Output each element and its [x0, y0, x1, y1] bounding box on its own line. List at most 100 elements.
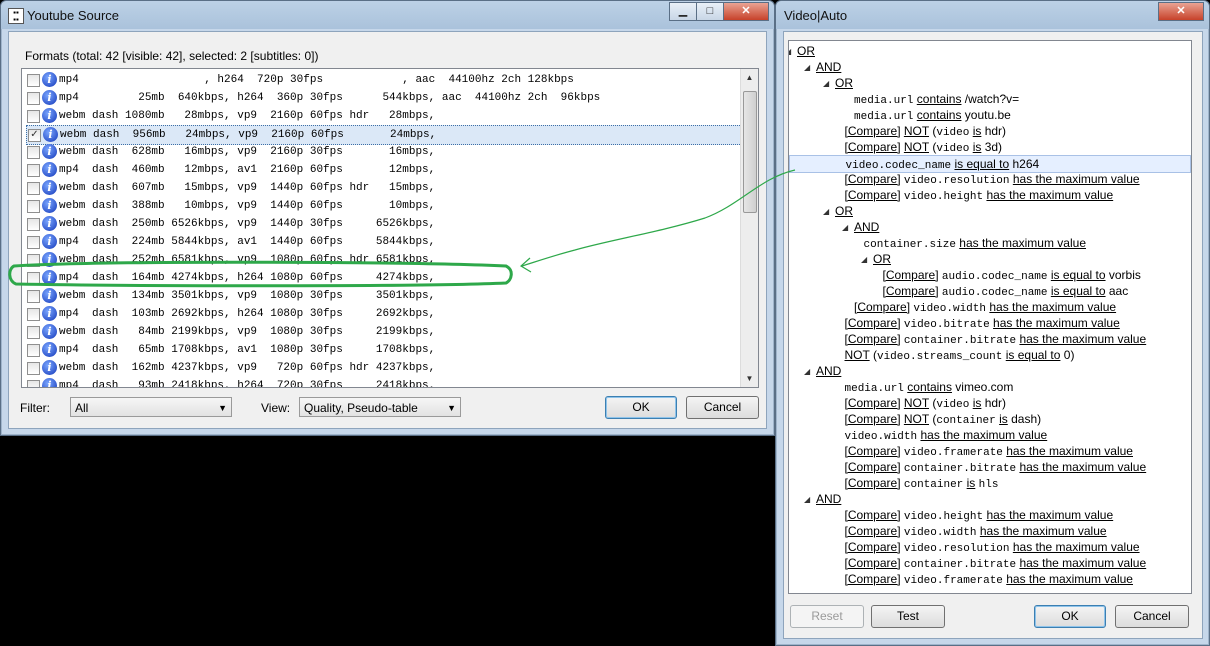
rule-link[interactable]: NOT: [845, 348, 870, 362]
format-row[interactable]: i webm dash 1080mb 28mbps, vp9 2160p 60fp…: [26, 107, 742, 125]
expand-triangle-icon[interactable]: ◢: [861, 252, 867, 268]
rule-link[interactable]: is equal to: [1006, 348, 1061, 362]
format-row[interactable]: i mp4 dash 93mb 2418kbps, h264 720p 30fps…: [26, 377, 742, 387]
rule-link[interactable]: contains: [907, 380, 952, 394]
info-icon[interactable]: i: [42, 216, 57, 231]
format-checkbox[interactable]: [27, 182, 40, 195]
rule-link[interactable]: [Compare]: [845, 476, 901, 490]
format-row[interactable]: i webm dash 388mb 10mbps, vp9 1440p 60fps…: [26, 197, 742, 215]
rule-node[interactable]: ◢ OR: [823, 75, 853, 91]
rule-link[interactable]: [Compare]: [845, 188, 901, 202]
format-checkbox[interactable]: [27, 362, 40, 375]
rule-node[interactable]: container.size has the maximum value: [864, 235, 1087, 251]
rule-link[interactable]: has the maximum value: [980, 524, 1107, 538]
rule-link[interactable]: is equal to: [1051, 284, 1106, 298]
rule-link[interactable]: [Compare]: [845, 572, 901, 586]
rule-node[interactable]: ◢ AND: [842, 219, 879, 235]
format-row[interactable]: i webm dash 607mb 15mbps, vp9 1440p 60fps…: [26, 179, 742, 197]
info-icon[interactable]: i: [42, 378, 57, 387]
rule-link[interactable]: has the maximum value: [1019, 460, 1146, 474]
rule-node[interactable]: [Compare] video.resolution has the maxim…: [845, 171, 1140, 187]
expand-triangle-icon[interactable]: ◢: [842, 220, 848, 236]
rule-node[interactable]: media.url contains /watch?v=: [854, 91, 1019, 107]
rule-link[interactable]: [Compare]: [854, 300, 910, 314]
test-button[interactable]: Test: [871, 605, 945, 628]
info-icon[interactable]: i: [42, 324, 57, 339]
scroll-up-arrow-icon[interactable]: ▲: [741, 69, 758, 86]
rule-link[interactable]: has the maximum value: [920, 428, 1047, 442]
info-icon[interactable]: i: [43, 127, 58, 142]
info-icon[interactable]: i: [42, 288, 57, 303]
rule-node[interactable]: [Compare] NOT (container is dash): [845, 411, 1042, 427]
rule-link[interactable]: [Compare]: [845, 316, 901, 330]
rule-node[interactable]: [Compare] NOT (video is hdr): [845, 123, 1007, 139]
expand-triangle-icon[interactable]: ◢: [823, 204, 829, 220]
format-checkbox[interactable]: [27, 236, 40, 249]
rule-link[interactable]: [Compare]: [845, 460, 901, 474]
format-checkbox[interactable]: [27, 110, 40, 123]
rule-link[interactable]: [Compare]: [845, 332, 901, 346]
rule-link[interactable]: has the maximum value: [986, 188, 1113, 202]
rule-link[interactable]: is: [967, 476, 976, 490]
expand-triangle-icon[interactable]: ◢: [789, 44, 791, 60]
rule-node[interactable]: [Compare] audio.codec_name is equal to a…: [883, 283, 1129, 299]
formats-scrollbar[interactable]: ▲ ▼: [740, 69, 758, 387]
rule-link[interactable]: [Compare]: [845, 540, 901, 554]
rule-link[interactable]: OR: [835, 204, 853, 218]
info-icon[interactable]: i: [42, 198, 57, 213]
rule-link[interactable]: [Compare]: [845, 524, 901, 538]
format-row[interactable]: i mp4 dash 103mb 2692kbps, h264 1080p 30f…: [26, 305, 742, 323]
reset-button[interactable]: Reset: [790, 605, 864, 628]
rule-link[interactable]: AND: [816, 364, 841, 378]
rule-link[interactable]: NOT: [904, 412, 929, 426]
info-icon[interactable]: i: [42, 252, 57, 267]
info-icon[interactable]: i: [42, 144, 57, 159]
rule-link[interactable]: has the maximum value: [1013, 540, 1140, 554]
rule-link[interactable]: NOT: [904, 396, 929, 410]
format-checkbox[interactable]: [27, 308, 40, 321]
rule-node[interactable]: [Compare] container.bitrate has the maxi…: [845, 331, 1147, 347]
format-checkbox[interactable]: [27, 272, 40, 285]
format-row[interactable]: i webm dash 252mb 6581kbps, vp9 1080p 60f…: [26, 251, 742, 269]
info-icon[interactable]: i: [42, 234, 57, 249]
rule-link[interactable]: has the maximum value: [989, 300, 1116, 314]
cancel-button[interactable]: Cancel: [1115, 605, 1189, 628]
ok-button[interactable]: OK: [605, 396, 677, 419]
rule-link[interactable]: [Compare]: [845, 508, 901, 522]
rule-link[interactable]: has the maximum value: [959, 236, 1086, 250]
rule-link[interactable]: has the maximum value: [1019, 556, 1146, 570]
rule-node[interactable]: [Compare] video.resolution has the maxim…: [845, 539, 1140, 555]
format-checkbox[interactable]: [27, 326, 40, 339]
info-icon[interactable]: i: [42, 90, 57, 105]
rule-link[interactable]: is equal to: [954, 157, 1009, 171]
close-button[interactable]: ✕: [723, 2, 769, 21]
expand-triangle-icon[interactable]: ◢: [804, 492, 810, 508]
format-row[interactable]: i mp4 dash 460mb 12mbps, av1 2160p 60fps …: [26, 161, 742, 179]
format-checkbox[interactable]: ✓: [28, 129, 41, 142]
scroll-thumb[interactable]: [743, 91, 757, 213]
rule-link[interactable]: has the maximum value: [993, 316, 1120, 330]
format-row[interactable]: i mp4 dash 164mb 4274kbps, h264 1080p 60f…: [26, 269, 742, 287]
title-bar[interactable]: Video|Auto ✕: [776, 1, 1209, 29]
rule-link[interactable]: is: [999, 412, 1008, 426]
rule-node[interactable]: [Compare] video.framerate has the maximu…: [845, 443, 1133, 459]
format-row[interactable]: i mp4 , h264 720p 30fps , aac 44100hz 2ch…: [26, 71, 742, 89]
formats-list[interactable]: i mp4 , h264 720p 30fps , aac 44100hz 2ch…: [21, 68, 759, 388]
format-row[interactable]: i mp4 dash 224mb 5844kbps, av1 1440p 60fp…: [26, 233, 742, 251]
rule-node[interactable]: [Compare] NOT (video is 3d): [845, 139, 1003, 155]
rule-link[interactable]: [Compare]: [883, 268, 939, 282]
rule-node[interactable]: [Compare] video.width has the maximum va…: [845, 523, 1107, 539]
ok-button[interactable]: OK: [1034, 605, 1106, 628]
rule-node[interactable]: media.url contains youtu.be: [854, 107, 1011, 123]
rule-node[interactable]: [Compare] video.framerate has the maximu…: [845, 571, 1133, 587]
format-checkbox[interactable]: [27, 164, 40, 177]
format-checkbox[interactable]: [27, 344, 40, 357]
minimize-button[interactable]: ▁: [669, 2, 697, 21]
format-checkbox[interactable]: [27, 74, 40, 87]
view-select[interactable]: Quality, Pseudo-table ▼: [299, 397, 461, 417]
format-row[interactable]: i mp4 dash 65mb 1708kbps, av1 1080p 30fps…: [26, 341, 742, 359]
rule-link[interactable]: has the maximum value: [1019, 332, 1146, 346]
format-checkbox[interactable]: [27, 218, 40, 231]
rule-link[interactable]: [Compare]: [845, 124, 901, 138]
rule-link[interactable]: OR: [835, 76, 853, 90]
